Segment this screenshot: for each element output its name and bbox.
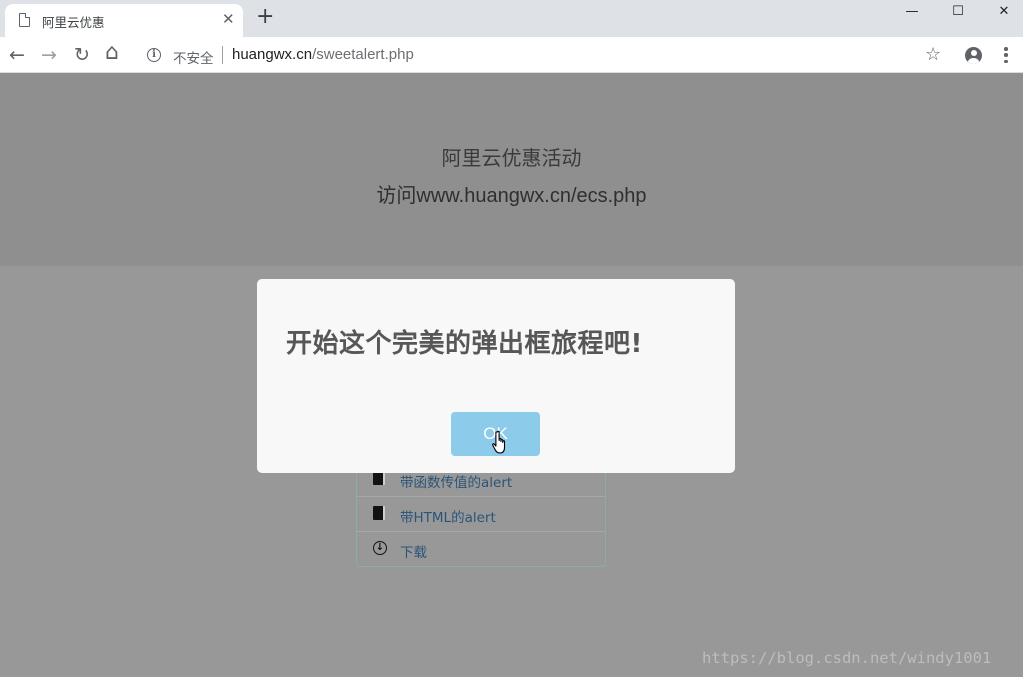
security-label[interactable]: 不安全	[173, 47, 214, 67]
list-item-label: 下载	[400, 545, 427, 561]
demo-list: 带函数传值的alert 带HTML的alert ↓ 下载	[356, 460, 606, 567]
hand-cursor-icon	[492, 430, 506, 454]
list-item-label: 带函数传值的alert	[400, 475, 513, 491]
tab-close-icon[interactable]: ✕	[222, 10, 235, 28]
forward-icon[interactable]: →	[41, 44, 57, 66]
modal-title: 开始这个完美的弹出框旅程吧!	[286, 329, 643, 359]
browser-toolbar: ← → ↻ ⌂ i 不安全 huangwx.cn/sweetalert.php …	[0, 37, 1023, 73]
address-bar[interactable]: huangwx.cn/sweetalert.php	[232, 46, 414, 63]
bookmark-star-icon[interactable]: ☆	[925, 44, 941, 65]
tab-title: 阿里云优惠	[42, 15, 105, 30]
book-icon	[373, 471, 385, 485]
window-minimize-button[interactable]: —	[889, 0, 935, 22]
window-close-button[interactable]: ✕	[981, 0, 1023, 22]
page-favicon-icon	[19, 13, 30, 27]
reload-icon[interactable]: ↻	[74, 44, 90, 66]
tab-strip: 阿里云优惠 ✕ + — ☐ ✕	[0, 0, 1023, 37]
browser-tab[interactable]: 阿里云优惠 ✕	[5, 4, 243, 37]
browser-menu-icon[interactable]	[1003, 47, 1009, 63]
account-icon[interactable]	[965, 47, 982, 64]
new-tab-button[interactable]: +	[256, 6, 274, 28]
promo-banner[interactable]: 阿里云优惠活动 访问www.huangwx.cn/ecs.php	[0, 73, 1023, 266]
list-item-label: 带HTML的alert	[400, 510, 496, 526]
window-maximize-button[interactable]: ☐	[935, 0, 981, 22]
banner-title: 阿里云优惠活动	[441, 148, 582, 170]
list-item[interactable]: ↓ 下载	[357, 531, 605, 566]
book-icon	[373, 506, 385, 520]
address-separator	[222, 46, 223, 64]
banner-link-text[interactable]: 访问www.huangwx.cn/ecs.php	[0, 179, 1023, 208]
download-icon: ↓	[373, 541, 387, 555]
back-icon[interactable]: ←	[9, 44, 25, 66]
site-info-icon[interactable]: i	[147, 48, 161, 62]
url-host: huangwx.cn	[232, 46, 313, 63]
watermark-text: https://blog.csdn.net/windy1001	[702, 649, 992, 667]
url-path: /sweetalert.php	[312, 46, 414, 63]
home-icon[interactable]: ⌂	[105, 42, 119, 64]
list-item[interactable]: 带HTML的alert	[357, 496, 605, 531]
